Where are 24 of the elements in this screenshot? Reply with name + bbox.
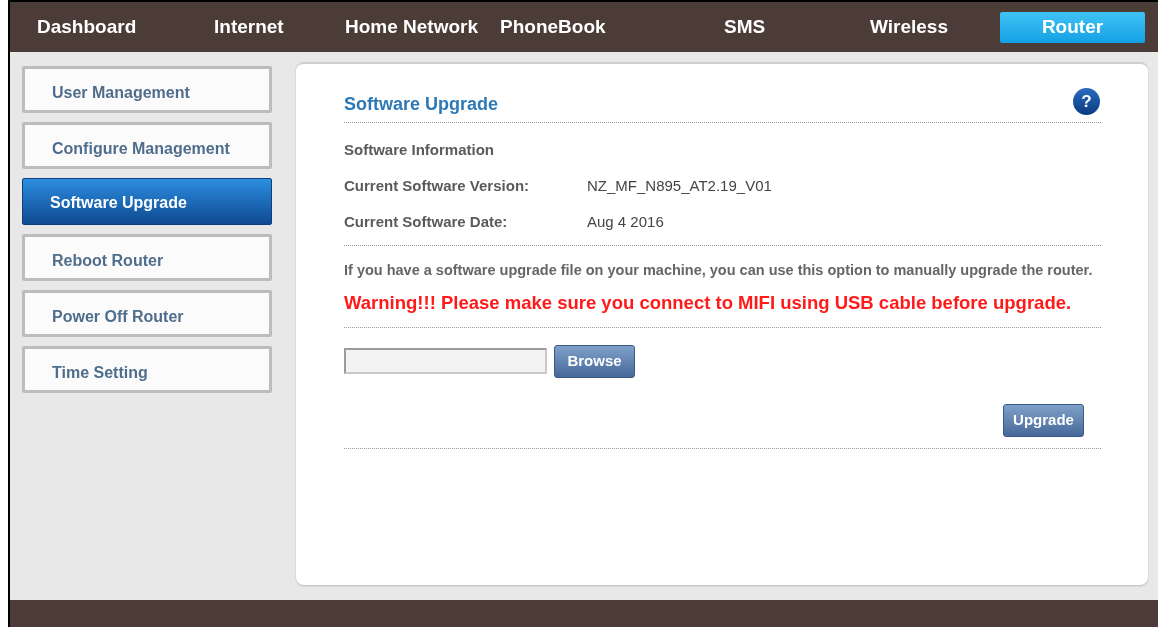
field-value: Aug 4 2016	[587, 212, 664, 231]
description-text: If you have a software upgrade file on your machine, you can use this option to manually upgrade the router.	[344, 261, 1094, 280]
file-path-field[interactable]	[344, 348, 547, 375]
sidebar-item[interactable]: User Management	[22, 66, 272, 113]
sidebar-item[interactable]: Time Setting	[22, 346, 272, 393]
nav-tab[interactable]: Wireless	[870, 12, 1000, 42]
warning-text: Warning!!! Please make sure you connect to MIFI using USB cable before upgrade.	[344, 289, 1101, 328]
nav-tab[interactable]: Home Network	[345, 12, 500, 42]
section-title: Software Information	[344, 140, 495, 159]
sidebar-item[interactable]: Software Upgrade	[22, 178, 272, 225]
browse-button[interactable]: Browse	[554, 344, 635, 378]
sidebar-item[interactable]: Configure Management	[22, 122, 272, 169]
sidebar-item[interactable]: Reboot Router	[22, 234, 272, 281]
field-label: Current Software Date:	[344, 212, 509, 231]
sidebar-item[interactable]: Power Off Router	[22, 290, 272, 337]
field-value: NZ_MF_N895_AT2.19_V01	[587, 176, 772, 195]
nav-tab[interactable]: SMS	[724, 12, 870, 42]
upgrade-button[interactable]: Upgrade	[1003, 403, 1084, 437]
field-label: Current Software Version:	[344, 176, 531, 195]
help-button[interactable]: ?	[1073, 88, 1100, 115]
nav-tab[interactable]: PhoneBook	[500, 12, 724, 42]
panel-title: Software Upgrade	[344, 92, 499, 116]
nav-tab[interactable]: Internet	[214, 12, 345, 42]
nav-tab[interactable]: Dashboard	[37, 12, 214, 42]
